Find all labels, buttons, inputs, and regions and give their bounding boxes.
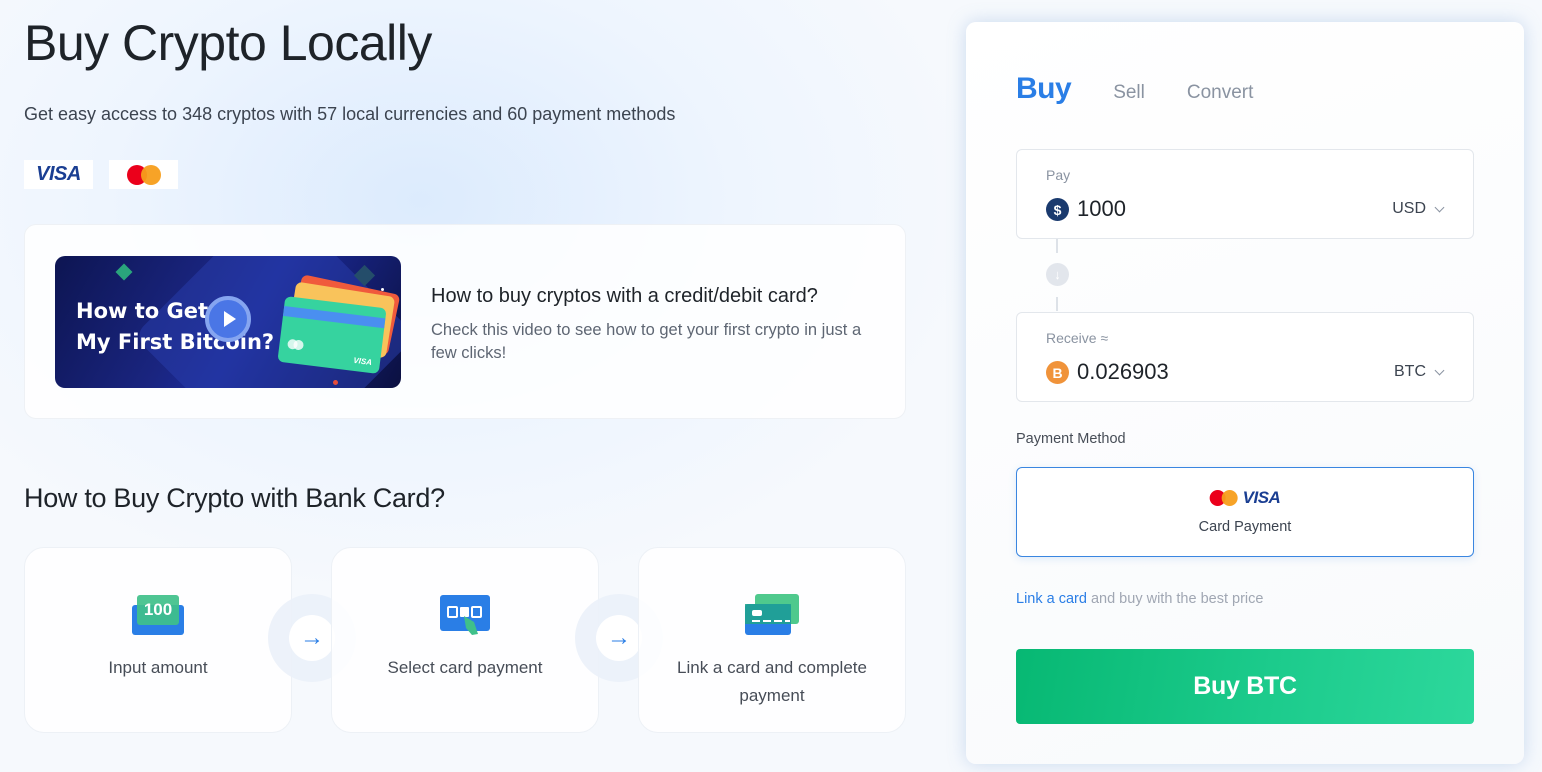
visa-logo: VISA [24,160,93,189]
trade-panel: Buy Sell Convert Pay $ 1000 USD ↓ Receiv… [966,22,1524,764]
step-select-card: Select card payment [331,547,599,733]
card-brand-text: VISA [352,355,373,368]
chevron-down-icon [1434,365,1445,375]
arrow-down-icon: ↓ [1046,263,1069,286]
payment-method-option-label: Card Payment [1198,519,1292,535]
cash-100-icon: 100 [132,595,184,635]
receive-field[interactable]: Receive ≈ B 0.026903 BTC [1016,312,1474,402]
link-card-icon [745,594,799,635]
step-label: Link a card and complete payment [677,658,867,705]
link-card-line: Link a card and buy with the best price [1016,591,1263,607]
page-title: Buy Crypto Locally [24,15,432,71]
how-to-title: How to Buy Crypto with Bank Card? [24,483,445,513]
pay-currency-label: USD [1392,200,1426,217]
payment-logos: VISA [24,160,178,189]
pay-currency-select[interactable]: USD [1392,200,1445,218]
step-input-amount: 100 Input amount [24,547,292,733]
how-to-steps: 100 Input amount → Select card payment →… [24,547,906,733]
tab-buy[interactable]: Buy [1016,72,1072,106]
receive-amount-input[interactable]: 0.026903 [1077,359,1169,385]
play-icon[interactable] [205,296,251,342]
video-description: Check this video to see how to get your … [431,321,862,362]
receive-label: Receive ≈ [1046,330,1109,346]
chevron-down-icon [1434,202,1445,212]
pay-field[interactable]: Pay $ 1000 USD [1016,149,1474,239]
mastercard-logo [109,160,178,189]
arrow-right-icon: → [289,615,335,661]
flow-line [1056,239,1058,253]
card-select-icon [440,595,490,635]
tab-convert[interactable]: Convert [1187,82,1254,104]
flow-line [1056,297,1058,311]
receive-currency-select[interactable]: BTC [1394,363,1445,381]
buy-btc-button[interactable]: Buy BTC [1016,649,1474,724]
video-thumbnail[interactable]: VISA How to Get My First Bitcoin? [55,256,401,388]
mastercard-icon [1209,490,1238,506]
video-title: How to buy cryptos with a credit/debit c… [431,285,818,307]
usd-coin-icon: $ [1046,198,1069,221]
cash-100-text: 100 [144,600,172,619]
payment-method-label: Payment Method [1016,431,1126,447]
receive-currency-label: BTC [1394,363,1426,380]
step-label: Input amount [108,658,208,677]
card-illustration-front: VISA [277,296,387,374]
visa-logo-text: VISA [36,163,81,185]
payment-method-card-option[interactable]: VISA Card Payment [1016,467,1474,557]
card-brand-logos: VISA [1209,488,1281,508]
diamond-icon [115,263,133,281]
mastercard-icon [126,164,161,185]
trade-tabs: Buy Sell Convert [1016,72,1295,106]
tab-sell[interactable]: Sell [1113,82,1145,104]
link-card-rest-text: and buy with the best price [1086,591,1264,607]
step-label: Select card payment [387,658,543,677]
link-card-link[interactable]: Link a card [1016,591,1087,607]
btc-coin-icon: B [1046,361,1069,384]
page-subtitle: Get easy access to 348 cryptos with 57 l… [24,104,676,124]
pay-label: Pay [1046,167,1071,183]
visa-logo-text: VISA [1242,488,1281,507]
arrow-right-icon: → [596,615,642,661]
video-card: VISA How to Get My First Bitcoin? How to… [24,224,906,419]
pay-amount-input[interactable]: 1000 [1077,196,1126,222]
step-link-card: Link a card and complete payment [638,547,906,733]
